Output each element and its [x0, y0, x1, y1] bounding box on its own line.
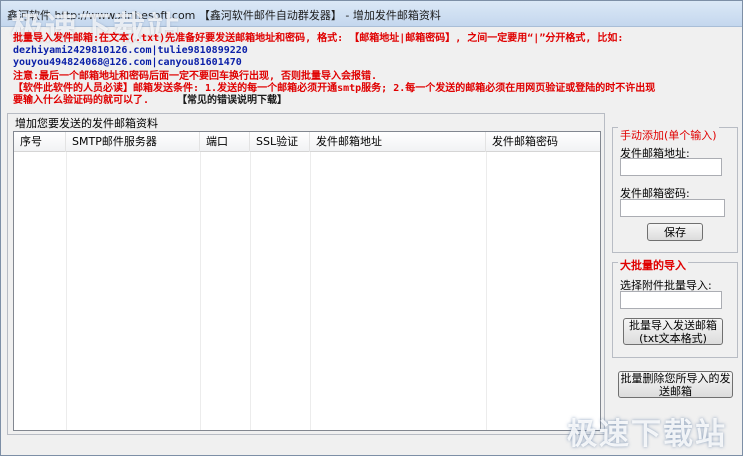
main-group-title: 增加您要发送的发件邮箱资料	[13, 115, 160, 131]
batch-file-input[interactable]	[620, 291, 722, 309]
title-bar[interactable]: 鑫河软件 http://www.xinhesoft.com 【鑫河软件邮件自动群…	[1, 1, 742, 27]
batch-delete-button[interactable]: 批量删除您所导入的发 送邮箱	[618, 371, 733, 398]
notice-line-captcha: 要输入什么验证码的就可以了.	[13, 95, 150, 106]
app-window: 鑫河软件 http://www.xinhesoft.com 【鑫河软件邮件自动群…	[0, 0, 743, 456]
list-header: 序号 SMTP邮件服务器 端口 SSL验证 发件邮箱地址 发件邮箱密码	[14, 132, 600, 152]
notice-line-warning: 注意:最后一个邮箱地址和密码后面一定不要回车换行出现, 否则批量导入会报错.	[13, 71, 378, 82]
col-divider	[250, 152, 251, 430]
notice-line-example-2: youyou494824068@126.com|canyou81601470	[13, 57, 242, 68]
col-divider	[310, 152, 311, 430]
col-sender-email[interactable]: 发件邮箱地址	[310, 132, 486, 152]
batch-delete-button-label-2: 送邮箱	[659, 384, 692, 398]
col-smtp-server[interactable]: SMTP邮件服务器	[66, 132, 200, 152]
col-port[interactable]: 端口	[200, 132, 250, 152]
notice-line-example-1: dezhiyami2429810126.com|tulie9810899220	[13, 45, 248, 56]
col-divider	[486, 152, 487, 430]
sender-email-list[interactable]: 序号 SMTP邮件服务器 端口 SSL验证 发件邮箱地址 发件邮箱密码	[13, 131, 601, 431]
col-sender-password[interactable]: 发件邮箱密码	[486, 132, 600, 152]
col-divider	[66, 152, 67, 430]
error-help-download-link[interactable]: 【常见的错误说明下载】	[177, 95, 287, 107]
email-address-input[interactable]	[620, 158, 722, 176]
instruction-notice: 批量导入发件邮箱:在文本(.txt)先准备好要发送邮箱地址和密码, 格式: 【邮…	[7, 29, 737, 109]
window-title: 鑫河软件 http://www.xinhesoft.com 【鑫河软件邮件自动群…	[7, 9, 441, 22]
batch-import-button[interactable]: 批量导入发送邮箱 (txt文本格式)	[623, 318, 723, 345]
email-password-input[interactable]	[620, 199, 725, 217]
batch-delete-button-label: 批量删除您所导入的发	[620, 371, 731, 385]
save-button[interactable]: 保存	[647, 223, 703, 241]
col-index[interactable]: 序号	[14, 132, 66, 152]
notice-line-format: 批量导入发件邮箱:在文本(.txt)先准备好要发送邮箱地址和密码, 格式: 【邮…	[13, 33, 624, 44]
batch-import-title: 大批量的导入	[618, 257, 688, 273]
batch-import-button-label: 批量导入发送邮箱	[629, 318, 717, 332]
col-ssl[interactable]: SSL验证	[250, 132, 310, 152]
notice-line-conditions: 【软件此软件的人员必读】邮箱发送条件: 1.发送的每一个邮箱必须开通smtp服务…	[13, 83, 656, 94]
col-divider	[200, 152, 201, 430]
batch-import-button-sublabel: (txt文本格式)	[639, 331, 707, 345]
manual-add-title: 手动添加(单个输入)	[618, 127, 719, 143]
